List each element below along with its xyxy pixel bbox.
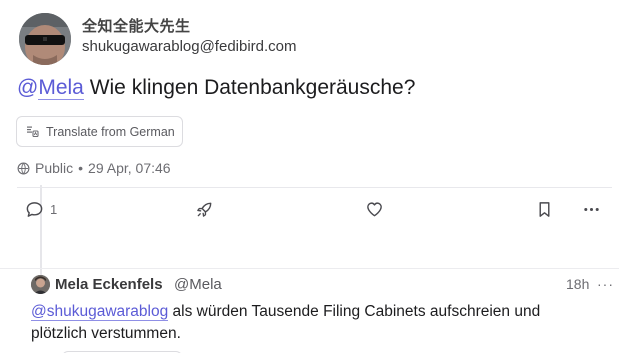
visibility-label: Public <box>35 160 74 176</box>
reply-timestamp[interactable]: 18h <box>566 276 589 292</box>
mention-link[interactable]: @Mela <box>17 76 84 100</box>
mention-name: Mela <box>38 76 84 100</box>
reply-author-avatar[interactable] <box>31 275 50 294</box>
translate-button[interactable]: Translate from German <box>16 116 183 147</box>
post-timestamp[interactable]: 29 Apr, 07:46 <box>88 160 171 176</box>
heart-icon <box>367 202 382 217</box>
boost-button[interactable] <box>195 200 214 219</box>
rocket-icon <box>197 202 212 217</box>
author-avatar[interactable] <box>19 13 71 65</box>
reply-post: Mela Eckenfels @Mela 18h ··· @shukugawar… <box>0 268 619 353</box>
translate-icon <box>27 126 39 138</box>
bookmark-button[interactable] <box>535 200 554 219</box>
more-icon <box>584 207 599 212</box>
author-handle[interactable]: shukugawarablog@fedibird.com <box>82 38 297 55</box>
author-display-name[interactable]: 全知全能大先生 <box>82 15 191 36</box>
post-meta: Public • 29 Apr, 07:46 <box>17 160 171 176</box>
translate-label: Translate from German <box>46 124 175 139</box>
post-text: Wie klingen Datenbankgeräusche? <box>83 76 416 99</box>
mention-at: @ <box>17 76 39 99</box>
avatar-image <box>19 13 71 65</box>
reply-avatar-image <box>31 275 50 294</box>
action-bar: 1 <box>0 200 619 224</box>
reply-button[interactable]: 1 <box>25 200 57 219</box>
bookmark-icon <box>539 202 550 217</box>
reply-mention-link[interactable]: @shukugawarablog <box>31 303 169 321</box>
reply-count: 1 <box>50 202 58 217</box>
reply-content: @shukugawarablog als würden Tausende Fil… <box>31 301 591 345</box>
post-content: @Mela Wie klingen Datenbankgeräusche? <box>17 76 415 100</box>
reply-author-name[interactable]: Mela Eckenfels <box>55 276 163 293</box>
reply-more-button[interactable]: ··· <box>597 276 614 292</box>
meta-separator: • <box>78 160 84 176</box>
favourite-button[interactable] <box>365 200 384 219</box>
globe-icon <box>17 162 30 174</box>
status-post: 全知全能大先生 shukugawarablog@fedibird.com @Me… <box>0 0 619 260</box>
reply-bubble-icon <box>26 202 43 217</box>
more-button[interactable] <box>582 200 601 219</box>
divider <box>17 187 612 188</box>
reply-author-handle[interactable]: @Mela <box>174 276 222 293</box>
